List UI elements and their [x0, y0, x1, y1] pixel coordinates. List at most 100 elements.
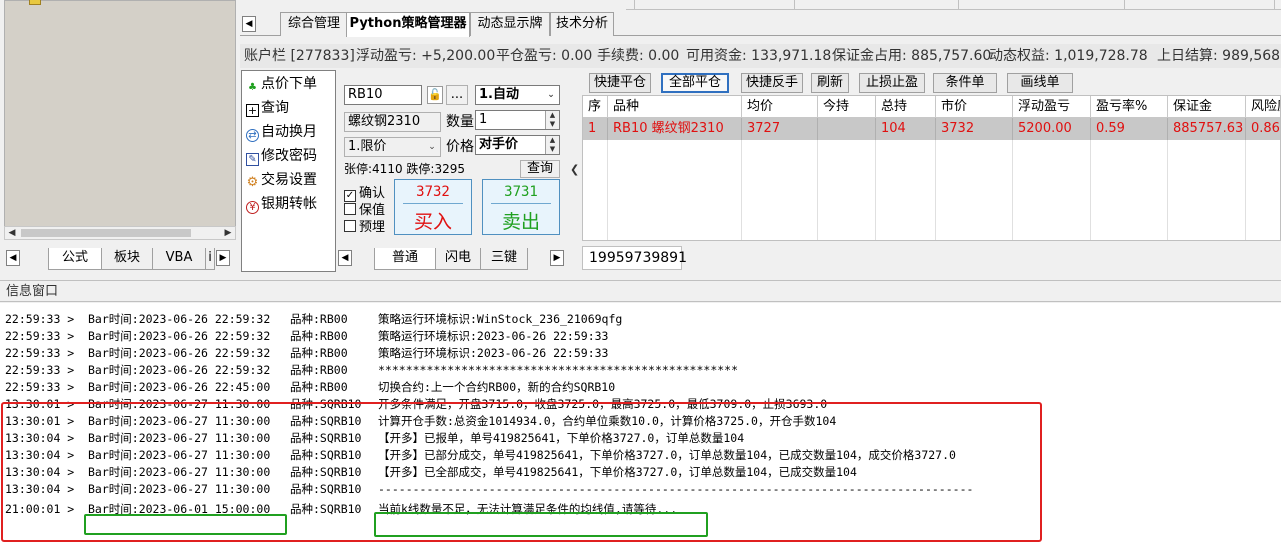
close-all-button[interactable]: 全部平仓: [661, 73, 729, 93]
lock-icon[interactable]: 🔓: [427, 86, 443, 104]
log-symbol: 品种:RB00: [290, 363, 348, 377]
mode-select[interactable]: 1.自动 ⌄: [475, 85, 560, 105]
tab-technical-analysis[interactable]: 技术分析: [550, 12, 614, 36]
account-id-tab[interactable]: 19959739891: [582, 246, 687, 270]
tab-prev-icon[interactable]: ◀: [6, 250, 20, 266]
price-type-select[interactable]: 1.限价 ⌄: [344, 137, 441, 157]
column-header[interactable]: 均价: [742, 96, 818, 118]
float-pnl: 浮动盈亏: +5,200.00: [356, 48, 496, 64]
formula-tree-panel[interactable]: [4, 0, 236, 240]
tab-three-key[interactable]: 三键: [480, 248, 528, 270]
sell-button[interactable]: 3731 卖出: [482, 179, 560, 235]
tab-dynamic-board[interactable]: 动态显示牌: [470, 12, 550, 36]
table-cell[interactable]: 0.868: [1246, 118, 1280, 140]
table-cell[interactable]: 0.59: [1091, 118, 1168, 140]
menu-trade-settings[interactable]: ⚙ 交易设置: [246, 169, 317, 191]
scroll-left-icon[interactable]: ◀: [5, 227, 19, 239]
column-header[interactable]: 品种: [608, 96, 742, 118]
table-cell[interactable]: [818, 118, 876, 140]
confirm-checkbox[interactable]: ✓ 确认: [344, 186, 385, 202]
form-tab-prev-icon[interactable]: ◀: [338, 250, 352, 266]
grid-icon: +: [246, 104, 259, 117]
tab-next-icon[interactable]: ▶: [216, 250, 230, 266]
log-bar-time: Bar时间:2023-06-26 22:59:32: [88, 312, 271, 326]
main-tab-strip: ◀ 综合管理 Python策略管理器 动态显示牌 技术分析: [240, 10, 1281, 37]
conditional-order-button[interactable]: 条件单: [933, 73, 997, 93]
hedge-checkbox[interactable]: 保值: [344, 203, 385, 219]
positions-table: 序 品种 均价 今持 总持 市价 浮动盈亏 盈亏率% 保证金 风险度 1 RB1…: [582, 95, 1281, 241]
scroll-right-icon[interactable]: ▶: [221, 227, 235, 239]
line-order-button[interactable]: 画线单: [1007, 73, 1073, 93]
menu-query[interactable]: + 查询: [246, 97, 289, 119]
quick-close-button[interactable]: 快捷平仓: [589, 73, 651, 93]
table-cell[interactable]: 3727: [742, 118, 818, 140]
contract-more-button[interactable]: ...: [446, 85, 468, 105]
tab-lightning[interactable]: 闪电: [435, 248, 481, 270]
tab-formula[interactable]: 公式: [48, 248, 102, 270]
log-time: 22:59:33 >: [5, 312, 75, 326]
log-time: 22:59:33 >: [5, 363, 75, 377]
last-settlement: 上日结算: 989,568.78: [1157, 48, 1281, 64]
log-message: 策略运行环境标识:2023-06-26 22:59:33: [378, 346, 609, 360]
table-cell[interactable]: 3732: [936, 118, 1013, 140]
menu-auto-roll[interactable]: ⇄ 自动换月: [246, 121, 317, 143]
contract-name: 螺纹钢2310: [344, 112, 441, 132]
table-cell[interactable]: 1: [583, 118, 608, 140]
refresh-button[interactable]: 刷新: [811, 73, 849, 93]
highlight-box-green-bar-time: [84, 514, 287, 535]
app-window: ◀ ▶ ◀ 公式 板块 VBA i ▶ ◀ 综合管理 Python策略管理器 动…: [0, 0, 1281, 544]
order-form-tab-strip: ◀ 普通 闪电 三键 ▶: [338, 244, 570, 270]
preset-checkbox[interactable]: 预埋: [344, 220, 385, 236]
table-cell[interactable]: RB10 螺纹钢2310: [608, 118, 742, 140]
table-cell[interactable]: 5200.00: [1013, 118, 1091, 140]
tab-vba[interactable]: VBA: [152, 248, 206, 270]
account-label: 账户栏 [277833]: [244, 48, 355, 64]
table-cell[interactable]: 885757.63: [1168, 118, 1246, 140]
log-symbol: 品种:RB00: [290, 329, 348, 343]
column-header[interactable]: 保证金: [1168, 96, 1246, 118]
quick-reverse-button[interactable]: 快捷反手: [741, 73, 803, 93]
info-window-title: 信息窗口: [0, 280, 1281, 302]
log-bar-time: Bar时间:2023-06-26 22:45:00: [88, 380, 271, 394]
buy-button[interactable]: 3732 买入: [394, 179, 472, 235]
quantity-stepper[interactable]: 1 ▲ ▼: [475, 110, 560, 130]
tab-python-strategy[interactable]: Python策略管理器: [346, 12, 470, 37]
column-header[interactable]: 今持: [818, 96, 876, 118]
menu-bank-transfer[interactable]: ¥ 银期转帐: [246, 193, 317, 215]
column-header[interactable]: 总持: [876, 96, 936, 118]
price-stepper[interactable]: 对手价 ▲ ▼: [475, 135, 560, 155]
menu-point-order[interactable]: ♣ 点价下单: [246, 73, 317, 95]
buy-label: 买入: [413, 211, 452, 233]
table-cell[interactable]: 104: [876, 118, 936, 140]
fee: 手续费: 0.00: [597, 48, 680, 64]
contract-input[interactable]: RB10: [344, 85, 422, 105]
main-tab-prev-icon[interactable]: ◀: [242, 16, 256, 32]
log-window[interactable]: 22:59:33 > Bar时间:2023-06-26 22:59:32 品种:RB…: [0, 303, 1281, 544]
scroll-thumb[interactable]: [21, 229, 191, 237]
form-tab-next-icon[interactable]: ▶: [550, 250, 564, 266]
top-grid-fragment: [626, 0, 1281, 10]
checkmark-icon: ✓: [344, 190, 356, 202]
dynamic-equity: 动态权益: 1,019,728.78: [989, 48, 1148, 64]
log-symbol: 品种:RB00: [290, 312, 348, 326]
collapse-left-icon[interactable]: ❮: [570, 160, 580, 180]
log-bar-time: Bar时间:2023-06-26 22:59:32: [88, 363, 271, 377]
spin-arrows-icon[interactable]: ▲ ▼: [545, 136, 559, 154]
tab-sector[interactable]: 板块: [101, 248, 153, 270]
column-header[interactable]: 浮动盈亏: [1013, 96, 1091, 118]
column-header[interactable]: 盈亏率%: [1091, 96, 1168, 118]
left-horizontal-scrollbar[interactable]: ◀ ▶: [4, 226, 236, 240]
column-header[interactable]: 风险度: [1246, 96, 1280, 118]
column-header[interactable]: 市价: [936, 96, 1013, 118]
gear-icon: ⚙: [246, 175, 259, 190]
tab-more[interactable]: i: [205, 248, 215, 270]
tab-normal[interactable]: 普通: [374, 248, 436, 270]
tab-general-management[interactable]: 综合管理: [280, 12, 348, 36]
menu-change-password[interactable]: ✎ 修改密码: [246, 145, 317, 167]
limit-prices: 张停:4110 跌停:3295: [344, 162, 465, 176]
stop-loss-profit-button[interactable]: 止损止盈: [859, 73, 925, 93]
column-header[interactable]: 序: [583, 96, 608, 118]
spin-arrows-icon[interactable]: ▲ ▼: [545, 111, 559, 129]
query-button[interactable]: 查询: [520, 160, 560, 178]
left-tab-strip: ◀ 公式 板块 VBA i ▶: [4, 244, 236, 270]
